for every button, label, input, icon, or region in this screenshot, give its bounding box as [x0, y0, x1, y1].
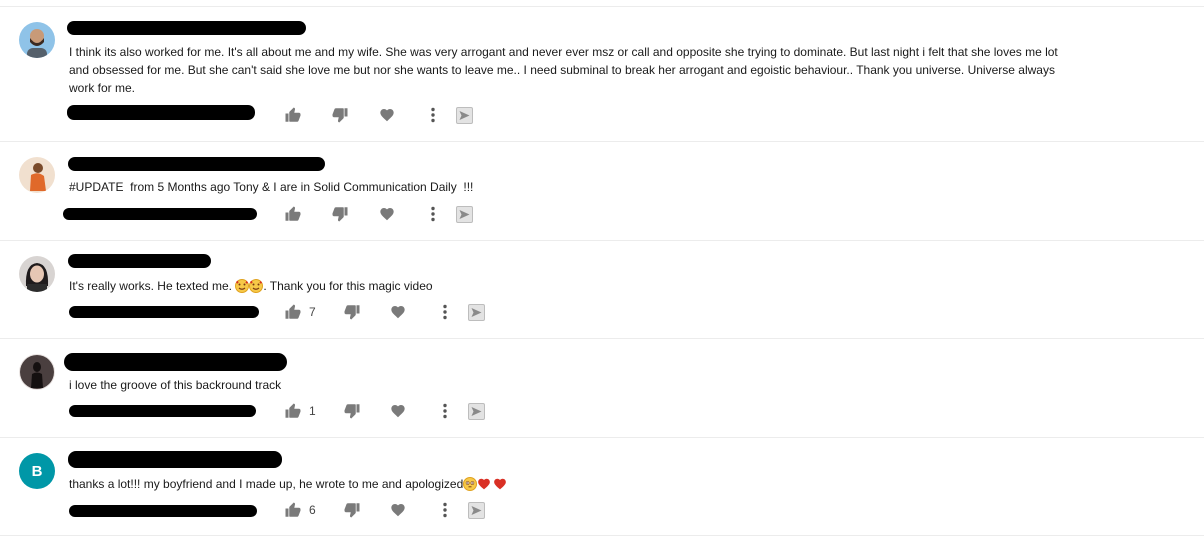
more-options-button[interactable] [429, 105, 437, 125]
thumbs-down-icon [343, 402, 361, 420]
comment-divider [0, 240, 1204, 241]
dislike-button[interactable] [343, 500, 361, 520]
more-vertical-icon [441, 501, 449, 519]
more-vertical-icon [429, 205, 437, 223]
reply-button[interactable] [468, 401, 485, 421]
reply-button[interactable] [456, 204, 473, 224]
like-count: 7 [309, 305, 316, 319]
dislike-button[interactable] [331, 105, 349, 125]
red-heart-emoji-icon [493, 477, 507, 496]
thumbs-down-icon [331, 205, 349, 223]
thumbs-down-icon [331, 106, 349, 124]
comment-text: i love the groove of this backround trac… [69, 378, 282, 392]
more-options-button[interactable] [441, 302, 449, 322]
reply-play-icon [456, 205, 473, 223]
redacted-timestamp [69, 505, 257, 517]
smiling-face-with-hearts-emoji-icon [249, 279, 264, 298]
person-beard-avatar-icon[interactable] [19, 22, 55, 58]
heart-button[interactable] [379, 204, 395, 224]
silhouette-avatar-icon[interactable] [19, 354, 55, 390]
comment-actions: 1 [284, 401, 494, 421]
comment-actions [284, 204, 484, 224]
reply-play-icon [468, 402, 485, 420]
thumbs-up-icon [284, 205, 302, 223]
redacted-timestamp [69, 306, 259, 318]
thumbs-down-icon [343, 303, 361, 321]
like-count: 1 [309, 404, 316, 418]
thumbs-up-icon [284, 303, 302, 321]
comment-actions: 6 [284, 500, 494, 520]
more-vertical-icon [441, 303, 449, 321]
flushed-face-emoji-icon [463, 477, 478, 496]
heart-button[interactable] [379, 105, 395, 125]
redacted-timestamp [67, 105, 255, 120]
redacted-author-name [68, 254, 211, 268]
person-dark-hair-avatar-icon[interactable] [19, 256, 55, 292]
comment-divider [0, 535, 1204, 536]
reply-button[interactable] [468, 500, 485, 520]
heart-icon [390, 304, 406, 320]
more-vertical-icon [441, 402, 449, 420]
thumbs-down-icon [343, 501, 361, 519]
comment-text-part: It's really works. He texted me. [69, 279, 236, 293]
heart-icon [379, 107, 395, 123]
reply-play-icon [456, 106, 473, 124]
like-button[interactable] [284, 105, 302, 125]
thumbs-up-icon [284, 106, 302, 124]
reply-button[interactable] [468, 302, 485, 322]
like-button[interactable]: 6 [284, 500, 316, 520]
more-options-button[interactable] [441, 500, 449, 520]
like-button[interactable]: 7 [284, 302, 316, 322]
heart-icon [390, 403, 406, 419]
more-options-button[interactable] [429, 204, 437, 224]
heart-icon [379, 206, 395, 222]
like-count: 6 [309, 503, 316, 517]
comment-divider [0, 338, 1204, 339]
dislike-button[interactable] [343, 401, 361, 421]
top-divider [0, 6, 1204, 7]
comment-text: It's really works. He texted me. . Thank… [69, 277, 1059, 298]
redacted-author-name [68, 451, 282, 468]
reply-play-icon [468, 303, 485, 321]
comment-actions: 7 [284, 302, 494, 322]
comment-divider [0, 437, 1204, 438]
more-vertical-icon [429, 106, 437, 124]
more-options-button[interactable] [441, 401, 449, 421]
redacted-timestamp [69, 405, 256, 417]
like-button[interactable] [284, 204, 302, 224]
comment-text: #UPDATE from 5 Months ago Tony & I are i… [69, 180, 474, 194]
heart-button[interactable] [390, 500, 406, 520]
heart-button[interactable] [390, 401, 406, 421]
redacted-author-name [64, 353, 287, 371]
comment-text: I think its also worked for me. It's all… [69, 45, 1062, 95]
redacted-author-name [67, 21, 306, 35]
heart-button[interactable] [390, 302, 406, 322]
person-orange-dress-avatar-icon[interactable] [19, 157, 55, 193]
like-button[interactable]: 1 [284, 401, 316, 421]
thumbs-up-icon [284, 402, 302, 420]
comment-text-part: thanks a lot!!! my boyfriend and I made … [69, 477, 464, 491]
dislike-button[interactable] [343, 302, 361, 322]
comment-text: thanks a lot!!! my boyfriend and I made … [69, 475, 1059, 496]
redacted-timestamp [63, 208, 257, 220]
letter-avatar[interactable]: B [19, 453, 55, 489]
heart-icon [390, 502, 406, 518]
avatar-letter: B [31, 462, 43, 480]
dislike-button[interactable] [331, 204, 349, 224]
redacted-author-name [68, 157, 325, 171]
comment-actions [284, 105, 484, 125]
comment-divider [0, 141, 1204, 142]
reply-play-icon [468, 501, 485, 519]
thumbs-up-icon [284, 501, 302, 519]
comment-text-part: . Thank you for this magic video [263, 279, 433, 293]
reply-button[interactable] [456, 105, 473, 125]
red-heart-emoji-icon [477, 477, 491, 496]
smiling-face-with-hearts-emoji-icon [235, 279, 250, 298]
